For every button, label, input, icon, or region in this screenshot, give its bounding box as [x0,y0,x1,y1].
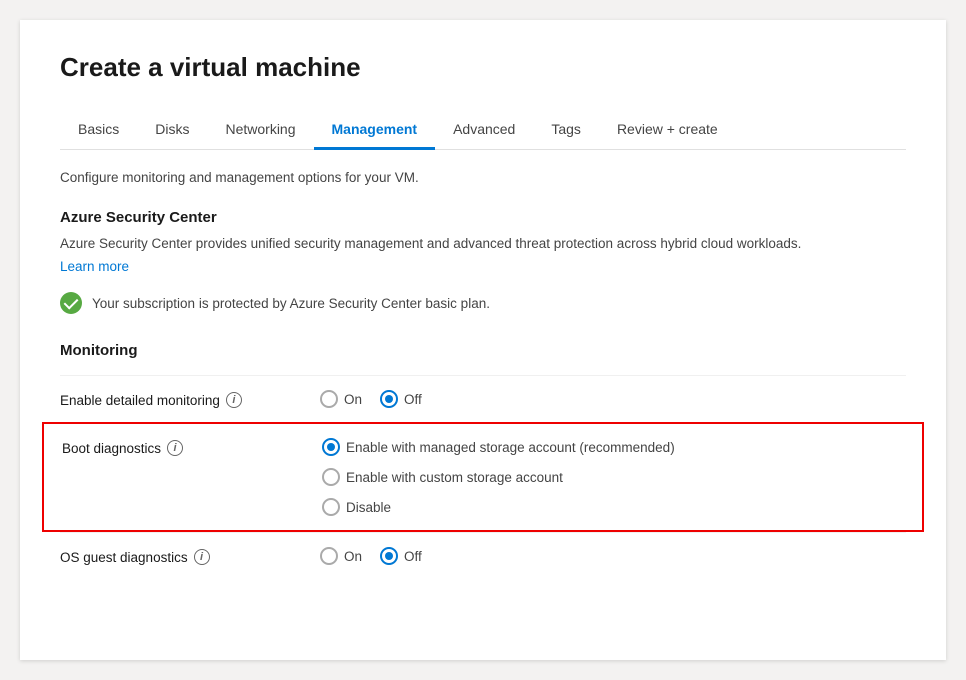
os-diagnostics-off-radio[interactable] [380,547,398,565]
enable-detailed-monitoring-row: Enable detailed monitoring i On Off [60,375,906,422]
enable-detailed-monitoring-label: Enable detailed monitoring i [60,390,320,408]
boot-diagnostics-managed-option[interactable]: Enable with managed storage account (rec… [322,438,675,456]
os-diagnostics-off-option[interactable]: Off [380,547,422,565]
boot-diagnostics-text: Boot diagnostics [62,441,161,456]
boot-diagnostics-custom-radio[interactable] [322,468,340,486]
tab-networking[interactable]: Networking [207,111,313,150]
detailed-monitoring-on-option[interactable]: On [320,390,362,408]
boot-diagnostics-managed-radio[interactable] [322,438,340,456]
page-title: Create a virtual machine [60,52,906,83]
tab-advanced[interactable]: Advanced [435,111,533,150]
detailed-monitoring-on-radio[interactable] [320,390,338,408]
tab-tags[interactable]: Tags [533,111,599,150]
main-card: Create a virtual machine Basics Disks Ne… [20,20,946,660]
os-guest-diagnostics-row: OS guest diagnostics i On Off [60,532,906,579]
page-subtitle: Configure monitoring and management opti… [60,170,906,185]
detailed-monitoring-off-label: Off [404,392,422,407]
tab-disks[interactable]: Disks [137,111,207,150]
enable-detailed-monitoring-info-icon[interactable]: i [226,392,242,408]
learn-more-link[interactable]: Learn more [60,259,129,274]
boot-diagnostics-disable-label: Disable [346,500,391,515]
azure-security-description: Azure Security Center provides unified s… [60,234,906,254]
os-diagnostics-on-option[interactable]: On [320,547,362,565]
tab-management[interactable]: Management [314,111,436,150]
boot-diagnostics-managed-label: Enable with managed storage account (rec… [346,440,675,455]
detailed-monitoring-off-option[interactable]: Off [380,390,422,408]
detailed-monitoring-on-label: On [344,392,362,407]
boot-diagnostics-custom-label: Enable with custom storage account [346,470,563,485]
security-status-text: Your subscription is protected by Azure … [92,296,490,311]
tab-review-create[interactable]: Review + create [599,111,736,150]
boot-diagnostics-custom-option[interactable]: Enable with custom storage account [322,468,675,486]
os-guest-diagnostics-label: OS guest diagnostics i [60,547,320,565]
tab-bar: Basics Disks Networking Management Advan… [60,111,906,150]
os-diagnostics-off-label: Off [404,549,422,564]
enable-detailed-monitoring-options: On Off [320,390,422,408]
security-status-row: Your subscription is protected by Azure … [60,292,906,314]
os-diagnostics-on-radio[interactable] [320,547,338,565]
os-diagnostics-on-label: On [344,549,362,564]
boot-diagnostics-row: Boot diagnostics i Enable with managed s… [62,438,904,516]
monitoring-title: Monitoring [60,342,906,359]
check-circle-icon [60,292,82,314]
boot-diagnostics-info-icon[interactable]: i [167,440,183,456]
boot-diagnostics-options: Enable with managed storage account (rec… [322,438,675,516]
os-guest-diagnostics-text: OS guest diagnostics [60,550,188,565]
boot-diagnostics-label: Boot diagnostics i [62,438,322,456]
boot-diagnostics-disable-radio[interactable] [322,498,340,516]
boot-diagnostics-disable-option[interactable]: Disable [322,498,675,516]
boot-diagnostics-section: Boot diagnostics i Enable with managed s… [42,422,924,532]
azure-security-title: Azure Security Center [60,209,906,226]
enable-detailed-monitoring-text: Enable detailed monitoring [60,393,220,408]
os-guest-diagnostics-options: On Off [320,547,422,565]
tab-basics[interactable]: Basics [60,111,137,150]
detailed-monitoring-off-radio[interactable] [380,390,398,408]
os-guest-diagnostics-info-icon[interactable]: i [194,549,210,565]
